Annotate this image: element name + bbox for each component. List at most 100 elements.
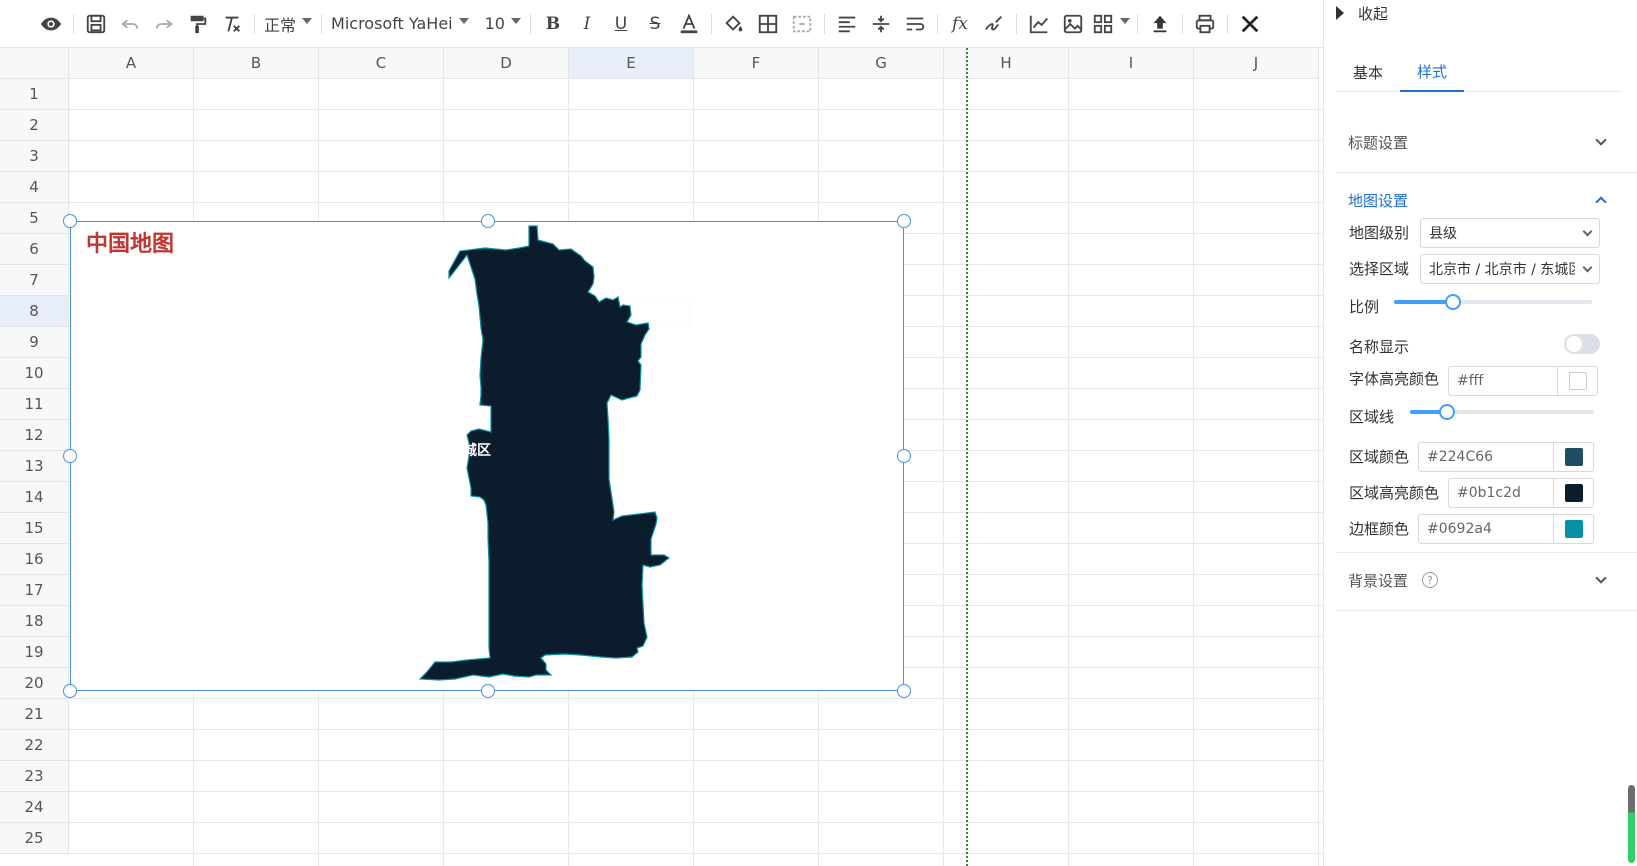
fill-color-icon[interactable] bbox=[719, 8, 749, 40]
row-header[interactable]: 16 bbox=[0, 544, 69, 575]
area-color-input[interactable]: #224C66 bbox=[1418, 442, 1594, 472]
panel-scrollbar[interactable] bbox=[1628, 785, 1635, 863]
column-header[interactable]: B bbox=[194, 48, 319, 79]
column-header[interactable]: A bbox=[69, 48, 194, 79]
toolbar-divider bbox=[936, 13, 938, 34]
close-tools-icon[interactable] bbox=[1235, 8, 1265, 40]
map-chart[interactable]: 中国地图 东城区 bbox=[63, 214, 911, 698]
column-header[interactable]: G bbox=[819, 48, 944, 79]
font-color-icon[interactable] bbox=[674, 8, 704, 40]
row-header[interactable]: 6 bbox=[0, 234, 69, 265]
upload-icon[interactable] bbox=[1145, 8, 1175, 40]
row-header[interactable]: 25 bbox=[0, 823, 69, 854]
undo-icon[interactable] bbox=[115, 8, 145, 40]
row-header[interactable]: 11 bbox=[0, 389, 69, 420]
italic-icon[interactable]: I bbox=[572, 8, 602, 40]
row-header[interactable]: 22 bbox=[0, 730, 69, 761]
row-header[interactable]: 15 bbox=[0, 513, 69, 544]
font-family-select[interactable]: Microsoft YaHei bbox=[327, 8, 473, 40]
section-map-settings[interactable]: 地图设置 bbox=[1336, 180, 1621, 220]
area-highlight-color-input[interactable]: #0b1c2d bbox=[1448, 478, 1594, 508]
widgets-icon[interactable] bbox=[1092, 8, 1130, 40]
row-header[interactable]: 5 bbox=[0, 203, 69, 234]
row-header[interactable]: 18 bbox=[0, 606, 69, 637]
area-line-slider[interactable] bbox=[1410, 404, 1594, 420]
align-left-icon[interactable] bbox=[832, 8, 862, 40]
row-header[interactable]: 13 bbox=[0, 451, 69, 482]
signature-icon[interactable] bbox=[979, 8, 1009, 40]
help-icon[interactable]: ? bbox=[1422, 572, 1439, 588]
scale-slider-handle[interactable] bbox=[1445, 294, 1462, 310]
image-icon[interactable] bbox=[1058, 8, 1088, 40]
name-display-toggle[interactable] bbox=[1564, 334, 1600, 354]
area-color-picker[interactable] bbox=[1553, 443, 1593, 471]
resize-handle-bottom[interactable] bbox=[481, 684, 495, 698]
column-header[interactable]: C bbox=[319, 48, 444, 79]
area-highlight-color-picker[interactable] bbox=[1553, 479, 1593, 507]
row-header[interactable]: 21 bbox=[0, 699, 69, 730]
column-header[interactable]: D bbox=[444, 48, 569, 79]
row-header[interactable]: 19 bbox=[0, 637, 69, 668]
column-header[interactable]: E bbox=[569, 48, 694, 79]
region-select[interactable]: 北京市 / 北京市 / 东城区 bbox=[1420, 254, 1600, 284]
column-header[interactable]: J bbox=[1194, 48, 1319, 79]
chevron-down-icon bbox=[1119, 17, 1130, 24]
row-header[interactable]: 20 bbox=[0, 668, 69, 699]
section-background-settings[interactable]: 背景设置 ? bbox=[1336, 560, 1621, 600]
area-line-slider-handle[interactable] bbox=[1438, 404, 1455, 420]
wrap-text-icon[interactable] bbox=[900, 8, 930, 40]
resize-handle-top-right[interactable] bbox=[897, 214, 911, 228]
function-fx-icon[interactable]: fx bbox=[945, 8, 975, 40]
preview-eye-icon[interactable] bbox=[36, 8, 66, 40]
resize-handle-top[interactable] bbox=[481, 214, 495, 228]
tab-style[interactable]: 样式 bbox=[1400, 52, 1465, 92]
row-header[interactable]: 17 bbox=[0, 575, 69, 606]
row-header[interactable]: 3 bbox=[0, 141, 69, 172]
clear-format-icon[interactable] bbox=[217, 8, 247, 40]
row-header[interactable]: 12 bbox=[0, 420, 69, 451]
row-header[interactable]: 23 bbox=[0, 761, 69, 792]
font-size-select[interactable]: 10 bbox=[481, 8, 525, 40]
grid-corner[interactable] bbox=[0, 48, 69, 79]
resize-handle-bottom-right[interactable] bbox=[897, 684, 911, 698]
format-painter-icon[interactable] bbox=[183, 8, 213, 40]
paragraph-style-select[interactable]: 正常 bbox=[260, 8, 316, 40]
resize-handle-bottom-left[interactable] bbox=[63, 684, 77, 698]
chart-icon[interactable] bbox=[1024, 8, 1054, 40]
strikethrough-icon[interactable]: S bbox=[640, 8, 670, 40]
spreadsheet-grid[interactable]: ABCDEFGHIJ 1 2 3 4 5 6 7 8 9 10 11 12 13 14 15 16 17 18 19… bbox=[0, 48, 1323, 866]
merge-cells-icon[interactable] bbox=[787, 8, 817, 40]
column-header[interactable]: H bbox=[944, 48, 1069, 79]
tab-basic[interactable]: 基本 bbox=[1336, 52, 1400, 92]
borders-icon[interactable] bbox=[753, 8, 783, 40]
row-header[interactable]: 9 bbox=[0, 327, 69, 358]
print-icon[interactable] bbox=[1190, 8, 1220, 40]
row-header[interactable]: 2 bbox=[0, 110, 69, 141]
resize-handle-left[interactable] bbox=[63, 449, 77, 463]
resize-handle-top-left[interactable] bbox=[63, 214, 77, 228]
row-header[interactable]: 24 bbox=[0, 792, 69, 823]
resize-handle-right[interactable] bbox=[897, 449, 911, 463]
vertical-align-icon[interactable] bbox=[866, 8, 896, 40]
border-color-input[interactable]: #0692a4 bbox=[1418, 514, 1594, 544]
font-highlight-color-picker[interactable] bbox=[1557, 367, 1597, 395]
panel-collapse-toggle[interactable]: 收起 bbox=[1336, 2, 1388, 24]
redo-icon[interactable] bbox=[149, 8, 179, 40]
underline-icon[interactable]: U bbox=[606, 8, 636, 40]
column-header[interactable]: F bbox=[694, 48, 819, 79]
font-highlight-color-input[interactable]: #fff bbox=[1448, 366, 1598, 396]
row-header[interactable]: 4 bbox=[0, 172, 69, 203]
scale-label: 比例 bbox=[1349, 298, 1380, 316]
column-header[interactable]: I bbox=[1069, 48, 1194, 79]
row-header[interactable]: 1 bbox=[0, 79, 69, 110]
row-header[interactable]: 7 bbox=[0, 265, 69, 296]
save-icon[interactable] bbox=[81, 8, 111, 40]
bold-icon[interactable]: B bbox=[538, 8, 568, 40]
row-header[interactable]: 8 bbox=[0, 296, 69, 327]
map-level-select[interactable]: 县级 bbox=[1420, 218, 1600, 248]
border-color-picker[interactable] bbox=[1553, 515, 1593, 543]
row-header[interactable]: 14 bbox=[0, 482, 69, 513]
scale-slider[interactable] bbox=[1394, 294, 1592, 310]
row-header[interactable]: 10 bbox=[0, 358, 69, 389]
section-title-settings[interactable]: 标题设置 bbox=[1336, 122, 1621, 162]
